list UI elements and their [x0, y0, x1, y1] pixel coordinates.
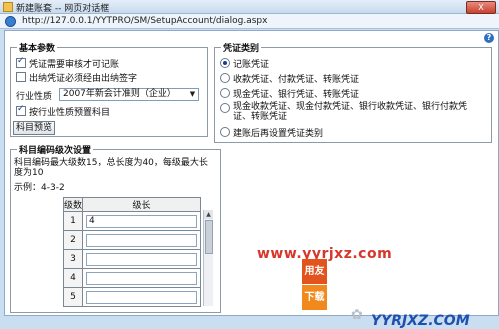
level-cell: 2	[63, 230, 83, 250]
level-cell: 4	[63, 268, 83, 288]
code-levels-table: 级数 级长 1 4 2 3 4 5	[63, 197, 201, 307]
preset-accounts-label: 按行业性质预置科目	[29, 108, 111, 118]
basic-params-group: 基本参数 凭证需要审核才可记账 出纳凭证必须经由出纳签字 行业性质 2007年新…	[10, 41, 208, 137]
voucher-type-label-5: 建账后再设置凭证类别	[233, 129, 324, 139]
audit-before-post-checkbox[interactable]	[16, 56, 26, 68]
length-cell	[82, 268, 201, 288]
level-cell: 5	[63, 287, 83, 307]
code-levels-group: 科目编码级次设置 科目编码最大级数15，总长度为40，每级最大长度为10 示例：…	[10, 143, 221, 313]
voucher-type-radio-3[interactable]	[220, 88, 230, 98]
audit-before-post-label: 凭证需要审核才可记账	[29, 60, 120, 70]
length-cell	[82, 287, 201, 307]
industry-select[interactable]: 2007年新会计准则（企业） ▼	[59, 88, 199, 101]
voucher-types-group: 凭证类别 记账凭证 收款凭证、付款凭证、转账凭证 现金凭证、银行凭证、转账凭证 …	[214, 41, 492, 143]
table-row: 2	[63, 230, 201, 250]
window-icon	[3, 2, 13, 12]
window-title: 新建账套 -- 网页对话框	[16, 4, 110, 14]
length-input[interactable]: 4	[86, 214, 197, 228]
logo-block-top: 用友	[302, 259, 327, 284]
url-text: http://127.0.0.1/YYTPRO/SM/SetupAccount/…	[22, 16, 268, 26]
preset-accounts-checkbox[interactable]	[16, 104, 26, 116]
voucher-type-label-2: 收款凭证、付款凭证、转账凭证	[233, 75, 360, 85]
length-input[interactable]	[86, 271, 197, 285]
cashier-sign-label: 出纳凭证必须经由出纳签字	[29, 74, 138, 84]
title-bar: 新建账套 -- 网页对话框 X	[0, 0, 499, 14]
length-input[interactable]	[86, 233, 197, 247]
level-cell: 1	[63, 211, 83, 231]
table-row: 1 4	[63, 211, 201, 231]
basic-params-legend: 基本参数	[17, 41, 58, 54]
table-row: 5	[63, 287, 201, 307]
chevron-down-icon: ▼	[189, 90, 196, 98]
table-scrollbar[interactable]: ▲	[203, 210, 213, 306]
account-preview-button[interactable]: 科目预览	[13, 121, 56, 135]
address-bar: http://127.0.0.1/YYTPRO/SM/SetupAccount/…	[0, 14, 499, 29]
industry-label: 行业性质	[16, 92, 53, 102]
level-column-header: 级数	[63, 197, 83, 212]
length-cell	[82, 230, 201, 250]
voucher-type-radio-5[interactable]	[220, 127, 230, 137]
length-input[interactable]	[86, 252, 197, 266]
voucher-type-label-1: 记账凭证	[233, 60, 270, 70]
industry-select-value: 2007年新会计准则（企业）	[63, 89, 176, 99]
help-icon[interactable]: ?	[484, 33, 494, 43]
paw-watermark-icon: ✿	[351, 307, 363, 323]
code-levels-legend: 科目编码级次设置	[17, 143, 94, 156]
length-column-header: 级长	[82, 197, 201, 212]
scroll-thumb[interactable]	[205, 220, 213, 254]
voucher-types-legend: 凭证类别	[221, 41, 262, 54]
length-cell: 4	[82, 211, 201, 231]
length-input[interactable]	[86, 290, 197, 304]
table-row: 4	[63, 268, 201, 288]
voucher-type-radio-1[interactable]	[220, 58, 230, 68]
level-cell: 3	[63, 249, 83, 269]
voucher-type-label-3: 现金凭证、银行凭证、转账凭证	[233, 90, 360, 100]
table-header-row: 级数 级长	[63, 197, 201, 212]
code-levels-example: 示例：4-3-2	[14, 183, 65, 193]
dialog-content: ? 基本参数 凭证需要审核才可记账 出纳凭证必须经由出纳签字 行业性质 2007…	[4, 30, 499, 329]
voucher-type-radio-4[interactable]	[220, 103, 230, 113]
browser-icon	[5, 16, 16, 27]
code-levels-description: 科目编码最大级数15，总长度为40，每级最大长度为10	[14, 158, 208, 178]
logo-block-bottom: 下载	[302, 285, 327, 310]
table-row: 3	[63, 249, 201, 269]
close-button[interactable]: X	[466, 1, 496, 14]
voucher-type-label-4: 现金收款凭证、现金付款凭证、银行收款凭证、银行付款凭证、转账凭证	[233, 102, 468, 122]
voucher-type-radio-2[interactable]	[220, 73, 230, 83]
scroll-up-icon[interactable]: ▲	[204, 210, 213, 219]
length-cell	[82, 249, 201, 269]
cashier-sign-checkbox[interactable]	[16, 72, 26, 82]
brand-watermark: YYRJXZ.COM	[371, 313, 470, 329]
